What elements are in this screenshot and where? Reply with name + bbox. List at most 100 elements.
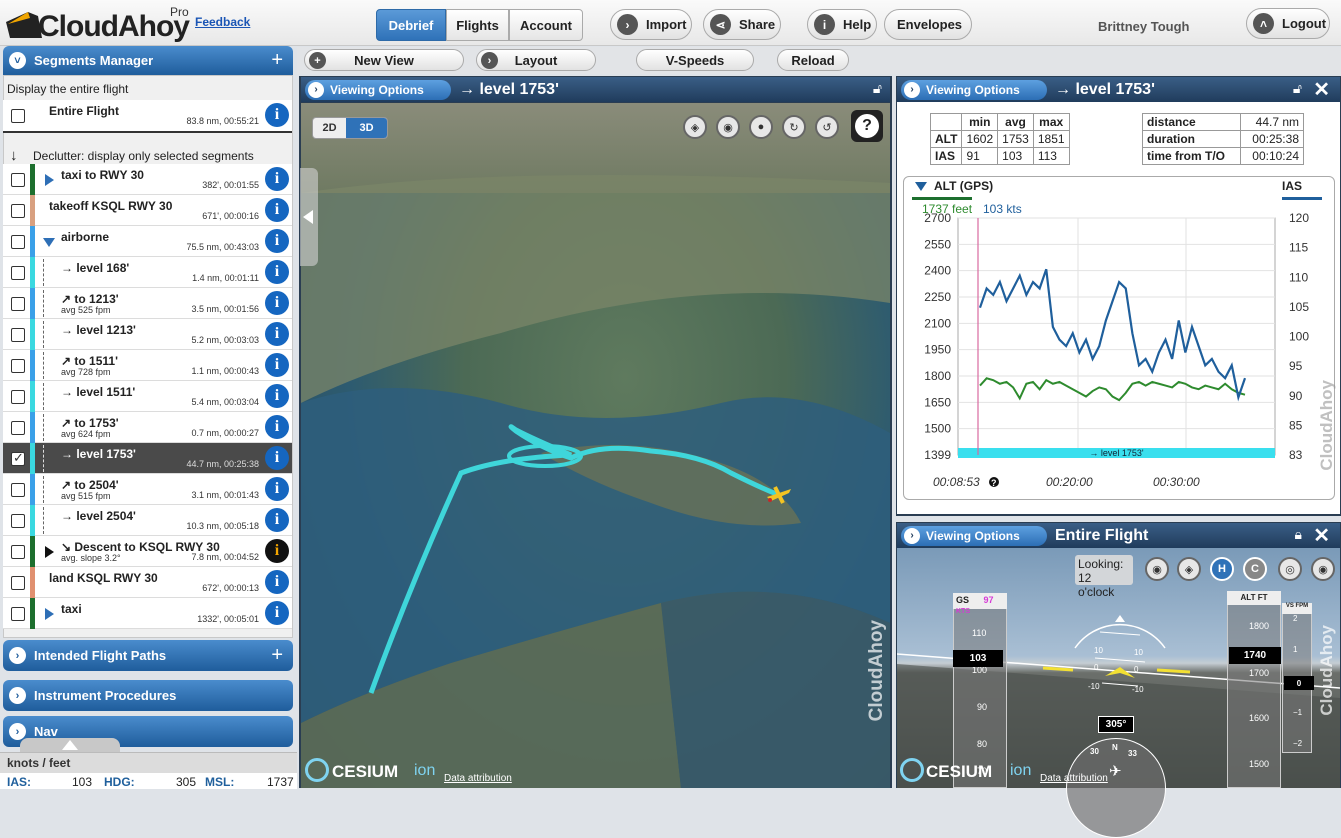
segment-checkbox[interactable] (11, 359, 25, 373)
course-c-button[interactable]: C (1243, 557, 1267, 581)
info-icon[interactable]: i (265, 229, 289, 253)
segment-checkbox[interactable] (11, 173, 25, 187)
info-icon[interactable]: i (265, 539, 289, 563)
segment-row[interactable]: airborne 75.5 nm, 00:43:03 i (3, 226, 292, 257)
segment-checkbox[interactable] (11, 545, 25, 559)
instrument-procedures-header[interactable]: › Instrument Procedures (3, 680, 293, 711)
info-icon[interactable]: i (265, 477, 289, 501)
segment-checkbox[interactable] (11, 421, 25, 435)
segment-row[interactable]: → level 168' 1.4 nm, 00:01:11 i (3, 257, 292, 288)
segment-checkbox[interactable] (11, 390, 25, 404)
logout-button[interactable]: ˄ Logout (1246, 8, 1330, 39)
segment-checkbox[interactable] (11, 297, 25, 311)
tab-account[interactable]: Account (509, 9, 583, 41)
lock-icon[interactable]: 🔒︎ (1295, 526, 1302, 543)
info-icon[interactable]: i (265, 198, 289, 222)
info-icon[interactable]: i (265, 508, 289, 532)
layer-icon[interactable]: ◈ (683, 115, 707, 139)
segment-checkbox[interactable] (11, 576, 25, 590)
segment-row[interactable]: land KSQL RWY 30 672', 00:00:13 i (3, 567, 292, 598)
eye-icon[interactable]: ◉ (1145, 557, 1169, 581)
segment-row[interactable]: ↗ to 1511' avg 728 fpm 1.1 nm, 00:00:43 i (3, 350, 292, 381)
info-icon[interactable]: i (265, 103, 289, 127)
expand-right-icon[interactable] (45, 608, 54, 620)
rotate-cw-icon[interactable]: ↻ (782, 115, 806, 139)
segment-checkbox[interactable] (11, 235, 25, 249)
import-button[interactable]: › Import (610, 9, 692, 40)
mode-3d-button[interactable]: 3D (346, 118, 387, 138)
add-path-icon[interactable]: + (271, 644, 283, 667)
info-icon[interactable]: i (265, 291, 289, 315)
envelopes-button[interactable]: Envelopes (884, 9, 972, 40)
alt-ias-chart[interactable]: 2700 2550 2400 2250 2100 1950 1800 1650 1500 1399… (903, 208, 1335, 498)
segment-checkbox[interactable] (11, 266, 25, 280)
eye-alt-icon[interactable]: ◉ (1311, 557, 1335, 581)
segment-color-bar (30, 195, 35, 226)
help-3d-button[interactable]: ? (851, 110, 883, 142)
entire-flight-row[interactable]: Entire Flight 83.8 nm, 00:55:21 i (3, 100, 292, 133)
segment-row[interactable]: → level 1213' 5.2 nm, 00:03:03 i (3, 319, 292, 350)
collapse-side-panel-handle[interactable] (300, 168, 318, 266)
plus-icon: + (309, 52, 326, 69)
info-icon[interactable]: i (265, 353, 289, 377)
info-icon[interactable]: i (265, 167, 289, 191)
expand-right-icon[interactable] (45, 174, 54, 186)
intended-flight-paths-header[interactable]: › Intended Flight Paths + (3, 640, 293, 671)
info-icon[interactable]: i (265, 322, 289, 346)
new-view-button[interactable]: + New View (304, 49, 464, 71)
vspeeds-button[interactable]: V-Speeds (636, 49, 754, 71)
eye-icon[interactable]: ◉ (716, 115, 740, 139)
segment-row[interactable]: → level 1511' 5.4 nm, 00:03:04 i (3, 381, 292, 412)
segment-row[interactable]: ↗ to 2504' avg 515 fpm 3.1 nm, 00:01:43 i (3, 474, 292, 505)
segment-row[interactable]: ↘ Descent to KSQL RWY 30 avg. slope 3.2° 7… (3, 536, 292, 567)
tab-flights[interactable]: Flights (446, 9, 509, 41)
info-icon[interactable]: i (265, 415, 289, 439)
data-attribution-link[interactable]: Data attribution (1040, 773, 1108, 784)
info-icon[interactable]: i (265, 384, 289, 408)
expand-right-icon[interactable] (45, 546, 54, 558)
segment-checkbox[interactable] (11, 450, 25, 466)
mode-2d-button[interactable]: 2D (313, 118, 346, 138)
segment-checkbox[interactable] (11, 607, 25, 621)
expand-down-icon[interactable] (43, 238, 55, 247)
info-icon[interactable]: i (265, 446, 289, 470)
segment-row[interactable]: taxi to RWY 30 382', 00:01:55 i (3, 164, 292, 195)
rotate-ccw-icon[interactable]: ↺ (815, 115, 839, 139)
segment-row[interactable]: ↗ to 1753' avg 624 fpm 0.7 nm, 00:00:27 i (3, 412, 292, 443)
layer-icon[interactable]: ◈ (1177, 557, 1201, 581)
layout-button[interactable]: › Layout (476, 49, 596, 71)
info-icon[interactable]: i (265, 570, 289, 594)
segment-checkbox[interactable] (11, 483, 25, 497)
segment-checkbox[interactable] (11, 204, 25, 218)
feedback-link[interactable]: Feedback (195, 15, 250, 29)
segment-checkbox[interactable] (11, 328, 25, 342)
data-attribution-link[interactable]: Data attribution (444, 773, 512, 784)
entire-flight-checkbox[interactable] (11, 109, 25, 123)
share-button[interactable]: ⋖ Share (703, 9, 781, 40)
segments-manager-header[interactable]: ˅ Segments Manager + (3, 46, 293, 75)
unlock-icon[interactable]: 🔓︎ (873, 80, 882, 97)
segment-row[interactable]: → level 2504' 10.3 nm, 00:05:18 i (3, 505, 292, 536)
segment-row[interactable]: → level 1753' 44.7 nm, 00:25:38 i (3, 443, 292, 474)
add-segment-icon[interactable]: + (271, 49, 283, 72)
segment-row[interactable]: takeoff KSQL RWY 30 671', 00:00:16 i (3, 195, 292, 226)
help-button[interactable]: i Help (807, 9, 877, 40)
stats-viewing-options-button[interactable]: › Viewing Options (901, 79, 1047, 100)
tab-debrief[interactable]: Debrief (376, 9, 446, 41)
info-icon[interactable]: i (265, 601, 289, 625)
segment-row[interactable]: ↗ to 1213' avg 525 fpm 3.5 nm, 00:01:56 i (3, 288, 292, 319)
close-icon[interactable]: ✕ (1313, 523, 1330, 548)
cesium-label: CESIUM (332, 762, 399, 781)
pfd-viewing-options-button[interactable]: › Viewing Options (901, 525, 1047, 546)
close-icon[interactable]: ✕ (1313, 77, 1330, 102)
heading-h-button[interactable]: H (1210, 557, 1234, 581)
info-icon[interactable]: i (265, 260, 289, 284)
chart-collapse-icon[interactable] (915, 182, 927, 191)
view3d-viewing-options-button[interactable]: › Viewing Options (305, 79, 451, 100)
cockpit-icon[interactable]: ◎ (1278, 557, 1302, 581)
segment-checkbox[interactable] (11, 514, 25, 528)
center-icon[interactable]: ● (749, 115, 773, 139)
reload-button[interactable]: Reload (777, 49, 849, 71)
unlock-icon[interactable]: 🔓︎ (1293, 80, 1302, 97)
segment-row[interactable]: taxi 1332', 00:05:01 i (3, 598, 292, 629)
